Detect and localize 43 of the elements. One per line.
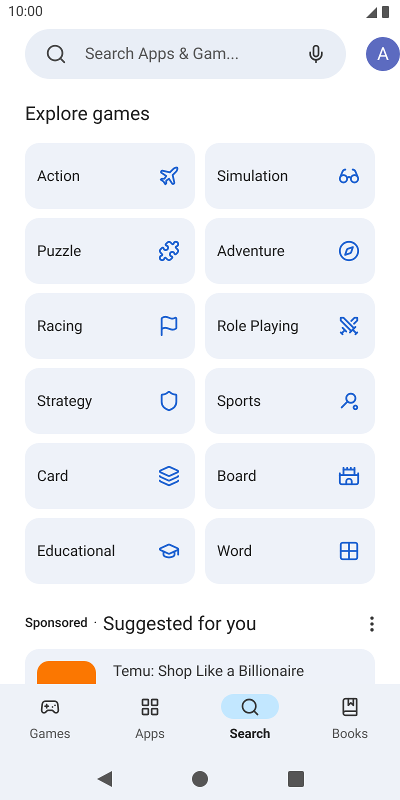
- castle-icon: [338, 465, 360, 487]
- book-icon: [340, 696, 360, 716]
- category-card[interactable]: Racing: [25, 293, 195, 359]
- category-card[interactable]: Strategy: [25, 368, 195, 434]
- home-icon[interactable]: [192, 771, 208, 787]
- search-input[interactable]: Search Apps & Gam...: [85, 42, 288, 66]
- racket-icon: [338, 390, 360, 412]
- nav-tab[interactable]: Apps: [100, 694, 200, 758]
- nav-tab[interactable]: Search: [200, 694, 300, 758]
- grid-icon: [338, 540, 360, 562]
- search-icon: [45, 43, 67, 65]
- status-time: 10:00: [8, 2, 43, 22]
- nav-tab[interactable]: Games: [0, 694, 100, 758]
- category-card[interactable]: Simulation: [205, 143, 375, 209]
- plane-icon: [158, 165, 180, 187]
- category-card[interactable]: Role Playing: [205, 293, 375, 359]
- search-field[interactable]: Search Apps & Gam...: [25, 29, 346, 79]
- app-card[interactable]: Temu: Shop Like a Billionaire: [25, 649, 375, 684]
- section-title: Explore games: [24, 101, 151, 127]
- shield-icon: [158, 390, 180, 412]
- back-icon[interactable]: [96, 771, 112, 787]
- search-icon: [240, 696, 260, 716]
- apps-grid-icon: [140, 696, 160, 716]
- flag-icon: [158, 315, 180, 337]
- category-card[interactable]: Puzzle: [25, 218, 195, 284]
- separator-dot: ·: [94, 615, 98, 634]
- category-card[interactable]: Word: [205, 518, 375, 584]
- swords-icon: [338, 315, 360, 337]
- sponsored-label: Sponsored: [25, 615, 88, 634]
- avatar[interactable]: A: [366, 37, 400, 71]
- category-card[interactable]: Educational: [25, 518, 195, 584]
- category-card[interactable]: Action: [25, 143, 195, 209]
- puzzle-icon: [158, 240, 180, 262]
- suggested-title: Suggested for you: [103, 610, 258, 637]
- app-title: Temu: Shop Like a Billionaire: [113, 661, 304, 681]
- nav-tab[interactable]: Books: [300, 694, 400, 758]
- compass-icon: [338, 240, 360, 262]
- category-card[interactable]: Board: [205, 443, 375, 509]
- category-card[interactable]: Sports: [205, 368, 375, 434]
- recents-icon[interactable]: [288, 771, 304, 787]
- category-card[interactable]: Adventure: [205, 218, 375, 284]
- signal-battery-icon: [366, 6, 392, 18]
- category-card[interactable]: Card: [25, 443, 195, 509]
